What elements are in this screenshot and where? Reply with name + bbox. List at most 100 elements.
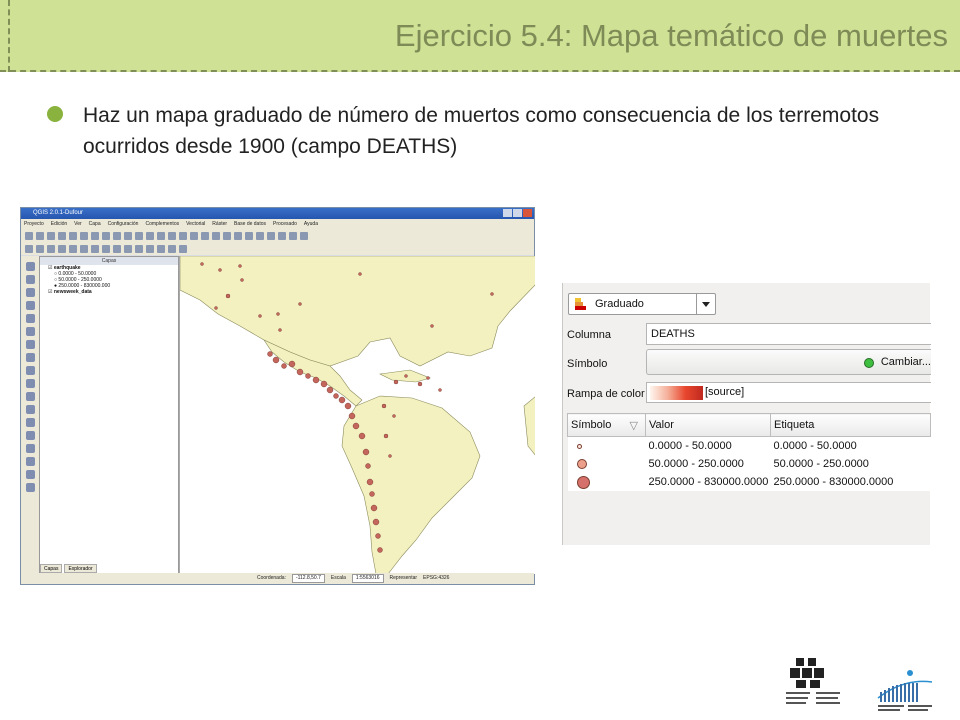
menu-capa[interactable]: Capa xyxy=(89,219,101,229)
add-vector-icon[interactable] xyxy=(25,262,35,271)
save-edits-icon[interactable] xyxy=(36,244,44,253)
minimize-icon[interactable] xyxy=(503,209,512,217)
label-move-icon[interactable] xyxy=(157,244,165,253)
save-as-icon[interactable] xyxy=(58,231,66,240)
coordinate-field[interactable]: -112.8,50.7 xyxy=(291,574,325,583)
digitizing-toolbar xyxy=(21,242,534,255)
add-wcs-icon[interactable] xyxy=(25,353,35,362)
add-wfs-icon[interactable] xyxy=(25,366,35,375)
window-controls xyxy=(503,209,532,217)
scale-field[interactable]: 1:5563016 xyxy=(351,574,384,583)
bookmark-icon[interactable] xyxy=(278,231,286,240)
zoom-full-icon[interactable] xyxy=(135,231,143,240)
color-ramp-value: [source] xyxy=(705,386,745,398)
tab-capas[interactable]: Capas xyxy=(40,564,63,573)
label-change-icon[interactable] xyxy=(179,244,187,253)
pan-to-selection-icon[interactable] xyxy=(102,231,110,240)
add-mssql-icon[interactable] xyxy=(25,314,35,323)
select-icon[interactable] xyxy=(212,231,220,240)
pan-icon[interactable] xyxy=(91,231,99,240)
bullet-text: Haz un mapa graduado de número de muerto… xyxy=(83,104,880,158)
georeferencer-icon[interactable] xyxy=(25,457,35,466)
open-project-icon[interactable] xyxy=(36,231,44,240)
label-pin-icon[interactable] xyxy=(135,244,143,253)
zoom-next-icon[interactable] xyxy=(179,231,187,240)
identify-icon[interactable] xyxy=(201,231,209,240)
menu-ayuda[interactable]: Ayuda xyxy=(304,219,318,229)
crs-button[interactable]: EPSG:4326 xyxy=(423,573,449,584)
map-canvas[interactable] xyxy=(179,256,535,574)
copy-features-icon[interactable] xyxy=(102,244,110,253)
zoom-in-icon[interactable] xyxy=(113,231,121,240)
label-show-icon[interactable] xyxy=(146,244,154,253)
gps-tools-icon[interactable] xyxy=(25,444,35,453)
change-symbol-label: Cambiar... xyxy=(880,356,931,368)
menu-configuracion[interactable]: Configuración xyxy=(108,219,139,229)
close-icon[interactable] xyxy=(523,209,532,217)
symbol-preview-icon xyxy=(864,358,874,368)
menu-proyecto[interactable]: Proyecto xyxy=(24,219,44,229)
add-postgis-icon[interactable] xyxy=(25,288,35,297)
add-raster-icon[interactable] xyxy=(25,275,35,284)
move-feature-icon[interactable] xyxy=(58,244,66,253)
render-checkbox[interactable]: Representar xyxy=(390,573,418,584)
menu-raster[interactable]: Ráster xyxy=(212,219,227,229)
add-spatialite-icon[interactable] xyxy=(25,301,35,310)
change-symbol-button[interactable]: Cambiar... xyxy=(646,349,931,375)
composer-manager-icon[interactable] xyxy=(80,231,88,240)
new-project-icon[interactable] xyxy=(25,231,33,240)
column-header-value[interactable]: Valor xyxy=(645,413,771,437)
add-oracle-icon[interactable] xyxy=(25,327,35,336)
maximize-icon[interactable] xyxy=(513,209,522,217)
zoom-selection-icon[interactable] xyxy=(157,231,165,240)
delete-selected-icon[interactable] xyxy=(80,244,88,253)
paste-features-icon[interactable] xyxy=(113,244,121,253)
field-calculator-icon[interactable] xyxy=(245,231,253,240)
heatmap-icon[interactable] xyxy=(25,483,35,492)
menu-edicion[interactable]: Edición xyxy=(51,219,67,229)
layer-newsweek[interactable]: ☑ newsweek_data xyxy=(40,289,178,295)
chevron-down-icon[interactable] xyxy=(696,294,715,314)
new-gpx-icon[interactable] xyxy=(25,418,35,427)
table-row[interactable]: 0.0000 - 50.0000 0.0000 - 50.0000 xyxy=(567,436,931,455)
help-icon[interactable] xyxy=(300,231,308,240)
add-wms-icon[interactable] xyxy=(25,340,35,349)
small-circle-symbol-icon xyxy=(576,443,582,449)
table-row[interactable]: 50.0000 - 250.0000 50.0000 - 250.0000 xyxy=(567,455,931,473)
column-select[interactable]: DEATHS xyxy=(646,323,931,345)
zoom-last-icon[interactable] xyxy=(168,231,176,240)
add-feature-icon[interactable] xyxy=(47,244,55,253)
label-tool-icon[interactable] xyxy=(124,244,132,253)
table-row[interactable]: 250.0000 - 830000.0000 250.0000 - 830000… xyxy=(567,473,931,491)
map-tips-icon[interactable] xyxy=(267,231,275,240)
cut-features-icon[interactable] xyxy=(91,244,99,253)
renderer-type-select[interactable]: Graduado xyxy=(568,293,716,315)
menu-procesado[interactable]: Procesado xyxy=(273,219,297,229)
menu-vectorial[interactable]: Vectorial xyxy=(186,219,205,229)
menu-base-de-datos[interactable]: Base de datos xyxy=(234,219,266,229)
color-ramp-select[interactable]: [source] xyxy=(646,382,931,403)
remove-layer-icon[interactable] xyxy=(25,431,35,440)
edit-pencil-icon[interactable] xyxy=(25,244,33,253)
node-tool-icon[interactable] xyxy=(69,244,77,253)
text-annotation-icon[interactable] xyxy=(289,231,297,240)
menu-ver[interactable]: Ver xyxy=(74,219,82,229)
save-project-icon[interactable] xyxy=(47,231,55,240)
zoom-out-icon[interactable] xyxy=(124,231,132,240)
refresh-icon[interactable] xyxy=(190,231,198,240)
renderer-type-value: Graduado xyxy=(595,298,644,310)
print-composer-icon[interactable] xyxy=(69,231,77,240)
deselect-icon[interactable] xyxy=(223,231,231,240)
zoom-layer-icon[interactable] xyxy=(146,231,154,240)
column-header-label[interactable]: Etiqueta xyxy=(770,413,931,437)
column-header-symbol[interactable]: Símbolo ▽ xyxy=(567,413,646,437)
measure-icon[interactable] xyxy=(256,231,264,240)
attribute-table-icon[interactable] xyxy=(234,231,242,240)
menu-complementos[interactable]: Complementos xyxy=(145,219,179,229)
tab-explorador[interactable]: Explorador xyxy=(64,564,97,573)
label-rotate-icon[interactable] xyxy=(168,244,176,253)
coordinate-capture-icon[interactable] xyxy=(25,470,35,479)
new-spatialite-icon[interactable] xyxy=(25,405,35,414)
new-shapefile-icon[interactable] xyxy=(25,392,35,401)
add-delimited-text-icon[interactable] xyxy=(25,379,35,388)
